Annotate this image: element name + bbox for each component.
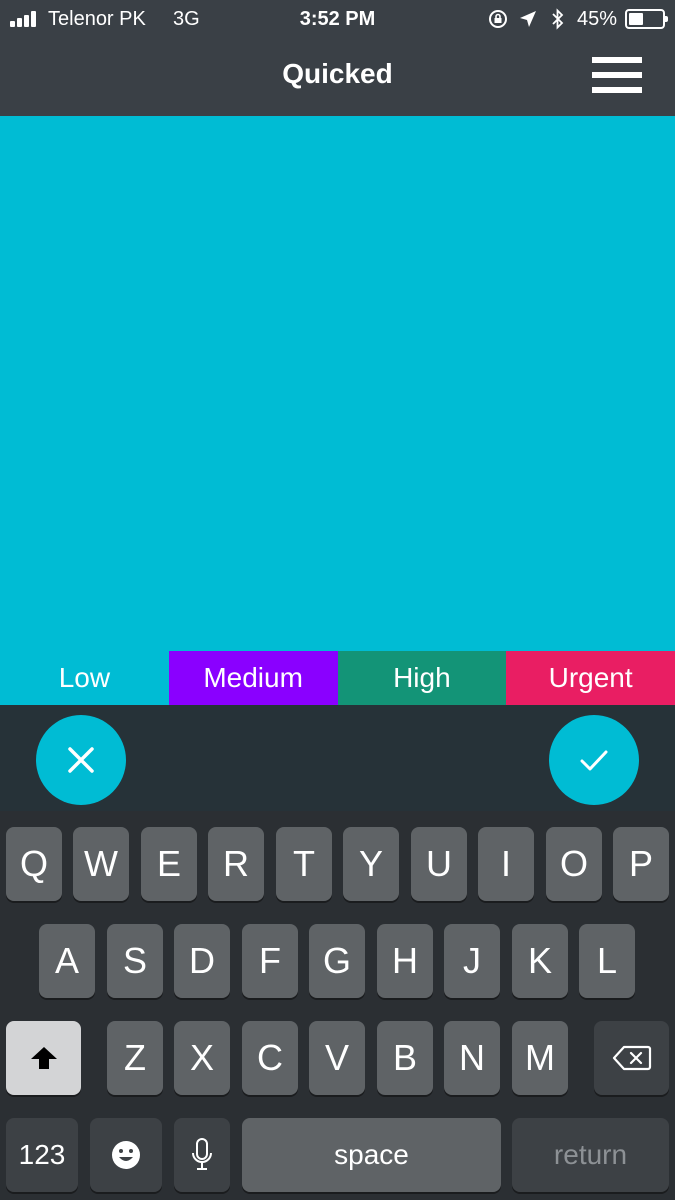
- key-r[interactable]: R: [208, 827, 264, 901]
- hamburger-menu-icon[interactable]: [590, 55, 644, 95]
- status-bar: Telenor PK 3G 3:52 PM 45%: [0, 0, 675, 38]
- priority-high[interactable]: High: [337, 651, 507, 705]
- key-e[interactable]: E: [141, 827, 197, 901]
- action-bar: [0, 705, 675, 811]
- bluetooth-icon: [547, 8, 569, 30]
- emoji-icon: [112, 1141, 140, 1169]
- key-b[interactable]: B: [377, 1021, 433, 1095]
- battery-icon: [625, 9, 668, 29]
- key-y[interactable]: Y: [343, 827, 399, 901]
- return-key[interactable]: return: [512, 1118, 669, 1192]
- key-s[interactable]: S: [107, 924, 163, 998]
- top-bar: Telenor PK 3G 3:52 PM 45% Quicked: [0, 0, 675, 116]
- backspace-key[interactable]: [594, 1021, 669, 1095]
- keyboard: Q W E R T Y U I O P A S D F G H J K L Z …: [0, 811, 675, 1200]
- key-u[interactable]: U: [411, 827, 467, 901]
- shift-key[interactable]: [6, 1021, 81, 1095]
- key-v[interactable]: V: [309, 1021, 365, 1095]
- key-c[interactable]: C: [242, 1021, 298, 1095]
- shift-icon: [30, 1047, 57, 1069]
- key-x[interactable]: X: [174, 1021, 230, 1095]
- key-h[interactable]: H: [377, 924, 433, 998]
- priority-low[interactable]: Low: [0, 651, 169, 705]
- key-f[interactable]: F: [242, 924, 298, 998]
- battery-percent: 45%: [576, 7, 617, 30]
- microphone-icon: [192, 1138, 212, 1170]
- cancel-button[interactable]: [36, 715, 126, 805]
- key-k[interactable]: K: [512, 924, 568, 998]
- key-z[interactable]: Z: [107, 1021, 163, 1095]
- space-key[interactable]: space: [242, 1118, 501, 1192]
- key-d[interactable]: D: [174, 924, 230, 998]
- key-t[interactable]: T: [276, 827, 332, 901]
- confirm-button[interactable]: [549, 715, 639, 805]
- key-l[interactable]: L: [579, 924, 635, 998]
- priority-selector: Low Medium High Urgent: [0, 651, 675, 705]
- key-j[interactable]: J: [444, 924, 500, 998]
- status-icons: 45%: [487, 6, 668, 32]
- emoji-key[interactable]: [90, 1118, 162, 1192]
- numbers-key[interactable]: 123: [6, 1118, 78, 1192]
- key-n[interactable]: N: [444, 1021, 500, 1095]
- key-w[interactable]: W: [73, 827, 129, 901]
- backspace-icon: [612, 1045, 651, 1071]
- key-o[interactable]: O: [546, 827, 602, 901]
- note-content-area[interactable]: [0, 116, 675, 651]
- microphone-key[interactable]: [174, 1118, 230, 1192]
- key-m[interactable]: M: [512, 1021, 568, 1095]
- check-icon: [580, 750, 608, 771]
- close-icon: [68, 747, 94, 773]
- page-title: Quicked: [282, 58, 393, 89]
- key-i[interactable]: I: [478, 827, 534, 901]
- orientation-lock-icon: [487, 8, 509, 30]
- key-p[interactable]: P: [613, 827, 669, 901]
- key-q[interactable]: Q: [6, 827, 62, 901]
- key-g[interactable]: G: [309, 924, 365, 998]
- location-icon: [517, 8, 539, 30]
- priority-urgent[interactable]: Urgent: [506, 651, 675, 705]
- priority-medium[interactable]: Medium: [168, 651, 338, 705]
- key-a[interactable]: A: [39, 924, 95, 998]
